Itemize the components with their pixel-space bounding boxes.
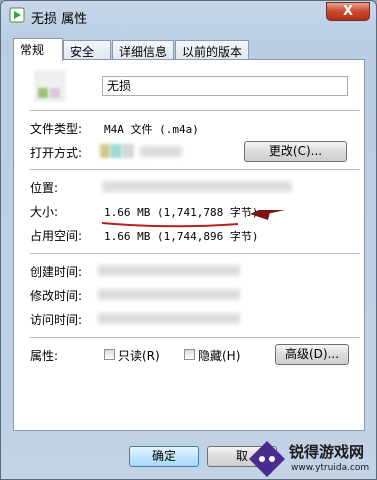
location-label: 位置:: [30, 181, 59, 195]
file-icon: [34, 70, 66, 102]
ok-button[interactable]: 确定: [129, 446, 199, 467]
size-on-disk-label: 占用空间:: [30, 229, 83, 243]
hidden-label[interactable]: 隐藏(H): [198, 347, 240, 364]
divider: [30, 253, 360, 254]
properties-window: 无损 属性 X 常规 安全 详细信息 以前的版本 无损 文件类型: M4A 文件…: [0, 0, 377, 480]
accessed-value: [98, 313, 240, 324]
general-panel: 无损 文件类型: M4A 文件 (.m4a) 打开方式: 更改(C)... 位置…: [13, 59, 365, 431]
watermark-brand: 锐得游戏网: [289, 443, 365, 461]
media-file-icon: [9, 7, 25, 23]
accessed-label: 访问时间:: [30, 313, 83, 327]
divider: [30, 337, 360, 338]
title-bar[interactable]: 无损 属性 X: [1, 1, 376, 31]
annotation-underline: [101, 222, 239, 228]
opens-with-label: 打开方式:: [30, 146, 83, 160]
file-type-value: M4A 文件 (.m4a): [104, 123, 199, 136]
created-label: 创建时间:: [30, 265, 83, 279]
advanced-button[interactable]: 高级(D)...: [275, 344, 349, 365]
file-type-label: 文件类型:: [30, 122, 83, 136]
hidden-checkbox[interactable]: [184, 349, 195, 360]
attributes-label: 属性:: [30, 349, 59, 363]
tab-general[interactable]: 常规: [13, 38, 63, 61]
change-button[interactable]: 更改(C)...: [244, 141, 347, 162]
close-icon: X: [342, 4, 354, 19]
modified-value: [98, 289, 240, 300]
size-on-disk-value: 1.66 MB (1,744,896 字节): [104, 230, 259, 243]
file-name-field[interactable]: 无损: [102, 76, 348, 96]
close-button[interactable]: X: [326, 2, 370, 21]
watermark: 锐得游戏网 www.ytruida.com: [247, 439, 377, 479]
opens-with-app-name: [140, 146, 182, 157]
tab-details[interactable]: 详细信息: [112, 40, 174, 60]
modified-label: 修改时间:: [30, 289, 83, 303]
divider: [30, 110, 360, 111]
readonly-label[interactable]: 只读(R): [118, 347, 160, 364]
tab-previous-versions[interactable]: 以前的版本: [175, 40, 249, 60]
watermark-logo-icon: [249, 441, 285, 477]
window-title: 无损 属性: [31, 12, 88, 27]
divider: [30, 169, 360, 170]
tab-security[interactable]: 安全: [63, 40, 111, 60]
created-value: [98, 265, 240, 276]
readonly-checkbox[interactable]: [104, 349, 115, 360]
watermark-url: www.ytruida.com: [291, 463, 370, 473]
opens-with-app-icon: [100, 144, 136, 158]
size-label: 大小:: [30, 205, 59, 219]
location-value: [102, 181, 292, 192]
